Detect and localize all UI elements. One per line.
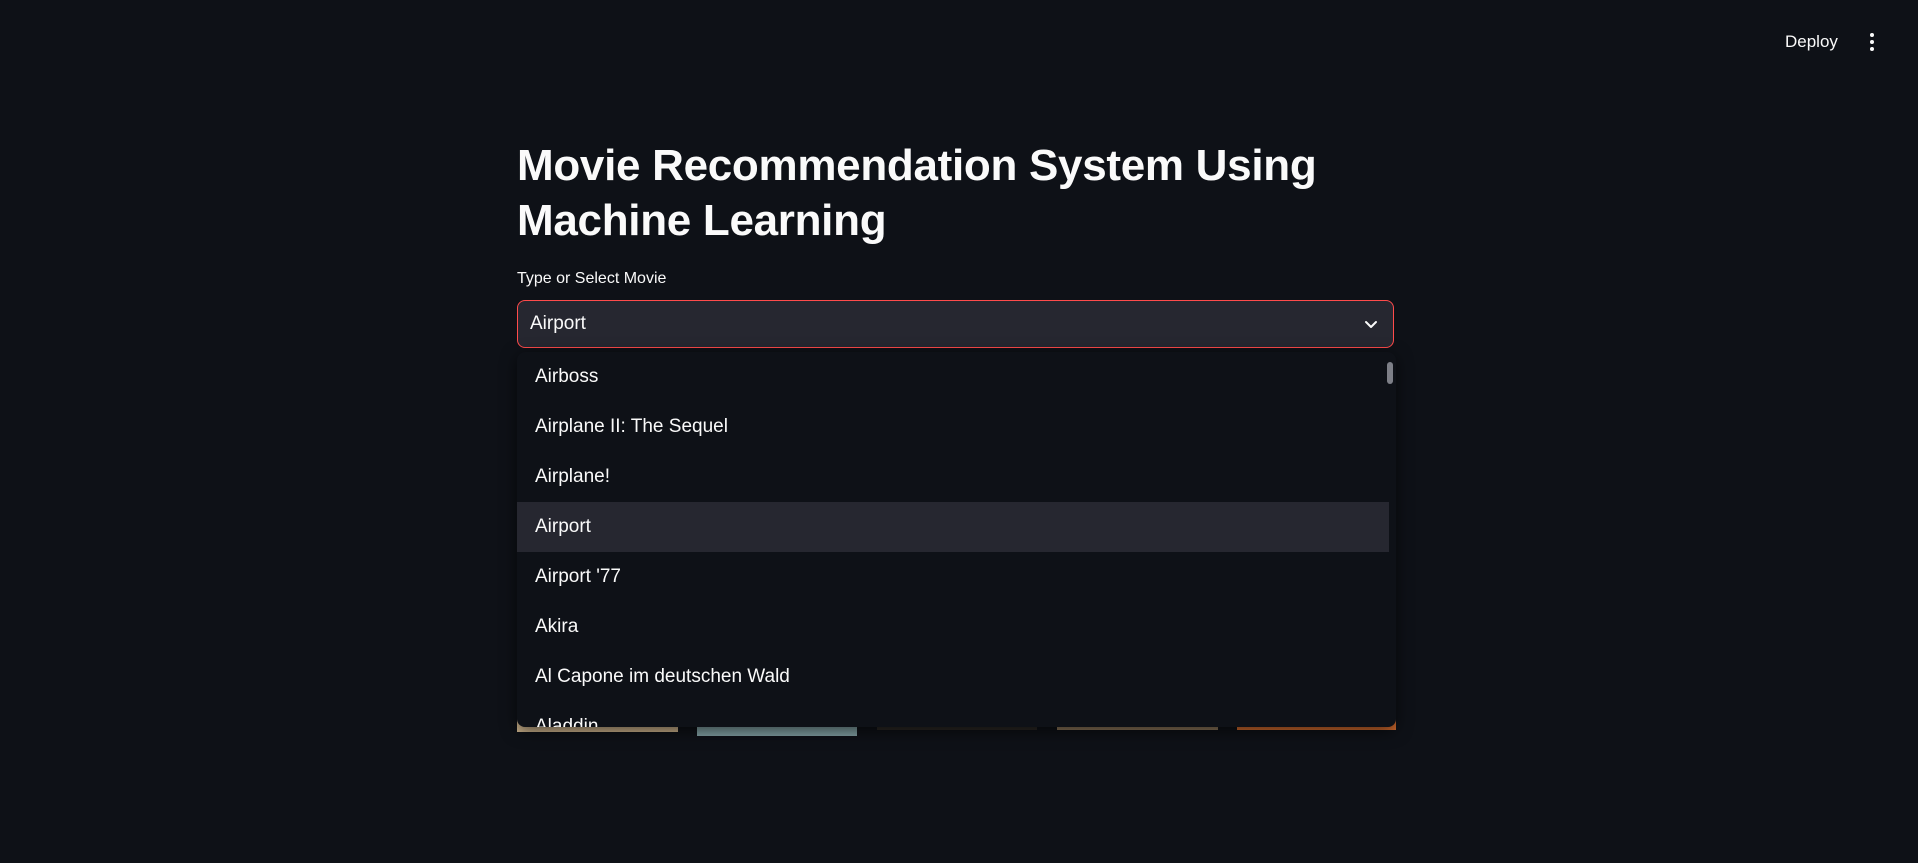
dropdown-scrollbar[interactable] [1387, 362, 1393, 384]
app-root: Deploy Movie Recommendation System Using… [0, 0, 1918, 863]
vertical-ellipsis-icon [1870, 33, 1874, 37]
dropdown-option[interactable]: Al Capone im deutschen Wald [517, 652, 1389, 702]
movie-select-value[interactable]: Airport [530, 313, 1361, 335]
app-header: Deploy [0, 0, 1918, 84]
deploy-button[interactable]: Deploy [1775, 26, 1848, 58]
dropdown-option-selected[interactable]: Airport [517, 502, 1389, 552]
dropdown-option[interactable]: Airplane! [517, 452, 1389, 502]
page-title: Movie Recommendation System Using Machin… [517, 141, 1317, 245]
dropdown-option[interactable]: Airplane II: The Sequel [517, 402, 1389, 452]
dropdown-option[interactable]: Airboss [517, 352, 1389, 402]
movie-select-dropdown: Airboss Airplane II: The Sequel Airplane… [517, 352, 1396, 727]
dropdown-option[interactable]: Akira [517, 602, 1389, 652]
main-menu-button[interactable] [1862, 26, 1882, 58]
movie-select[interactable]: Airport [517, 300, 1394, 348]
chevron-down-icon[interactable] [1361, 314, 1381, 334]
movie-select-label: Type or Select Movie [517, 270, 667, 287]
dropdown-option[interactable]: Airport '77 [517, 552, 1389, 602]
dropdown-option[interactable]: Aladdin [517, 702, 1389, 727]
